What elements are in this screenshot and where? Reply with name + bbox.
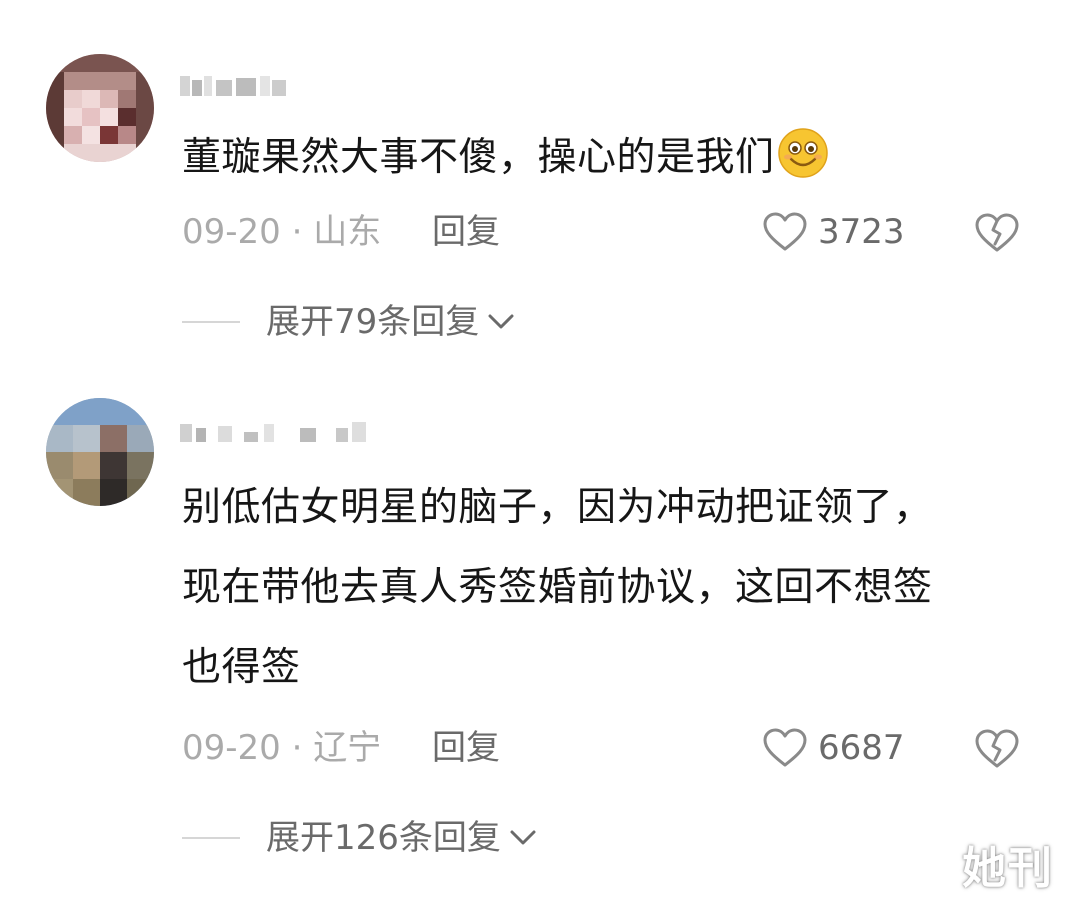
expand-replies[interactable]: 展开126条回复	[182, 816, 537, 860]
date-location: 09-20 · 山东	[182, 212, 382, 252]
avatar[interactable]	[46, 398, 154, 506]
comment-text-line: 董璇果然大事不傻，操心的是我们	[182, 135, 775, 180]
divider-line	[182, 321, 240, 323]
chevron-down-icon	[488, 314, 514, 329]
broken-heart-icon[interactable]	[974, 212, 1020, 254]
reply-button[interactable]: 回复	[432, 726, 500, 770]
heart-outline-icon	[763, 212, 807, 251]
comment-meta: 09-20 · 辽宁 回复 6687	[182, 726, 1032, 770]
comment-text-line: 也得签	[182, 645, 301, 690]
comment-text-line: 别低估女明星的脑子，因为冲动把证领了，	[182, 485, 933, 530]
smile-emoji-icon	[777, 128, 828, 178]
expand-replies-label: 展开79条回复	[266, 302, 480, 342]
comment-text-line: 现在带他去真人秀签婚前协议，这回不想签	[182, 565, 933, 610]
chevron-down-icon	[510, 830, 536, 845]
like-count: 3723	[818, 212, 905, 252]
comment-text: 别低估女明星的脑子，因为冲动把证领了， 现在带他去真人秀签婚前协议，这回不想签 …	[182, 468, 1022, 708]
comment-meta: 09-20 · 山东 回复 3723	[182, 210, 1032, 254]
watermark: 她刊	[962, 843, 1054, 894]
avatar[interactable]	[46, 54, 154, 162]
reply-button[interactable]: 回复	[432, 210, 500, 254]
heart-outline-icon	[763, 728, 807, 767]
expand-replies-label: 展开126条回复	[266, 818, 501, 858]
username-redacted[interactable]	[180, 418, 380, 448]
like-button[interactable]: 6687	[762, 726, 905, 770]
like-button[interactable]: 3723	[762, 210, 905, 254]
like-count: 6687	[818, 728, 905, 768]
comment-text: 董璇果然大事不傻，操心的是我们	[182, 118, 1022, 198]
expand-replies[interactable]: 展开79条回复	[182, 300, 515, 344]
broken-heart-icon[interactable]	[974, 728, 1020, 770]
username-redacted[interactable]	[180, 72, 290, 102]
divider-line	[182, 837, 240, 839]
date-location: 09-20 · 辽宁	[182, 728, 382, 768]
